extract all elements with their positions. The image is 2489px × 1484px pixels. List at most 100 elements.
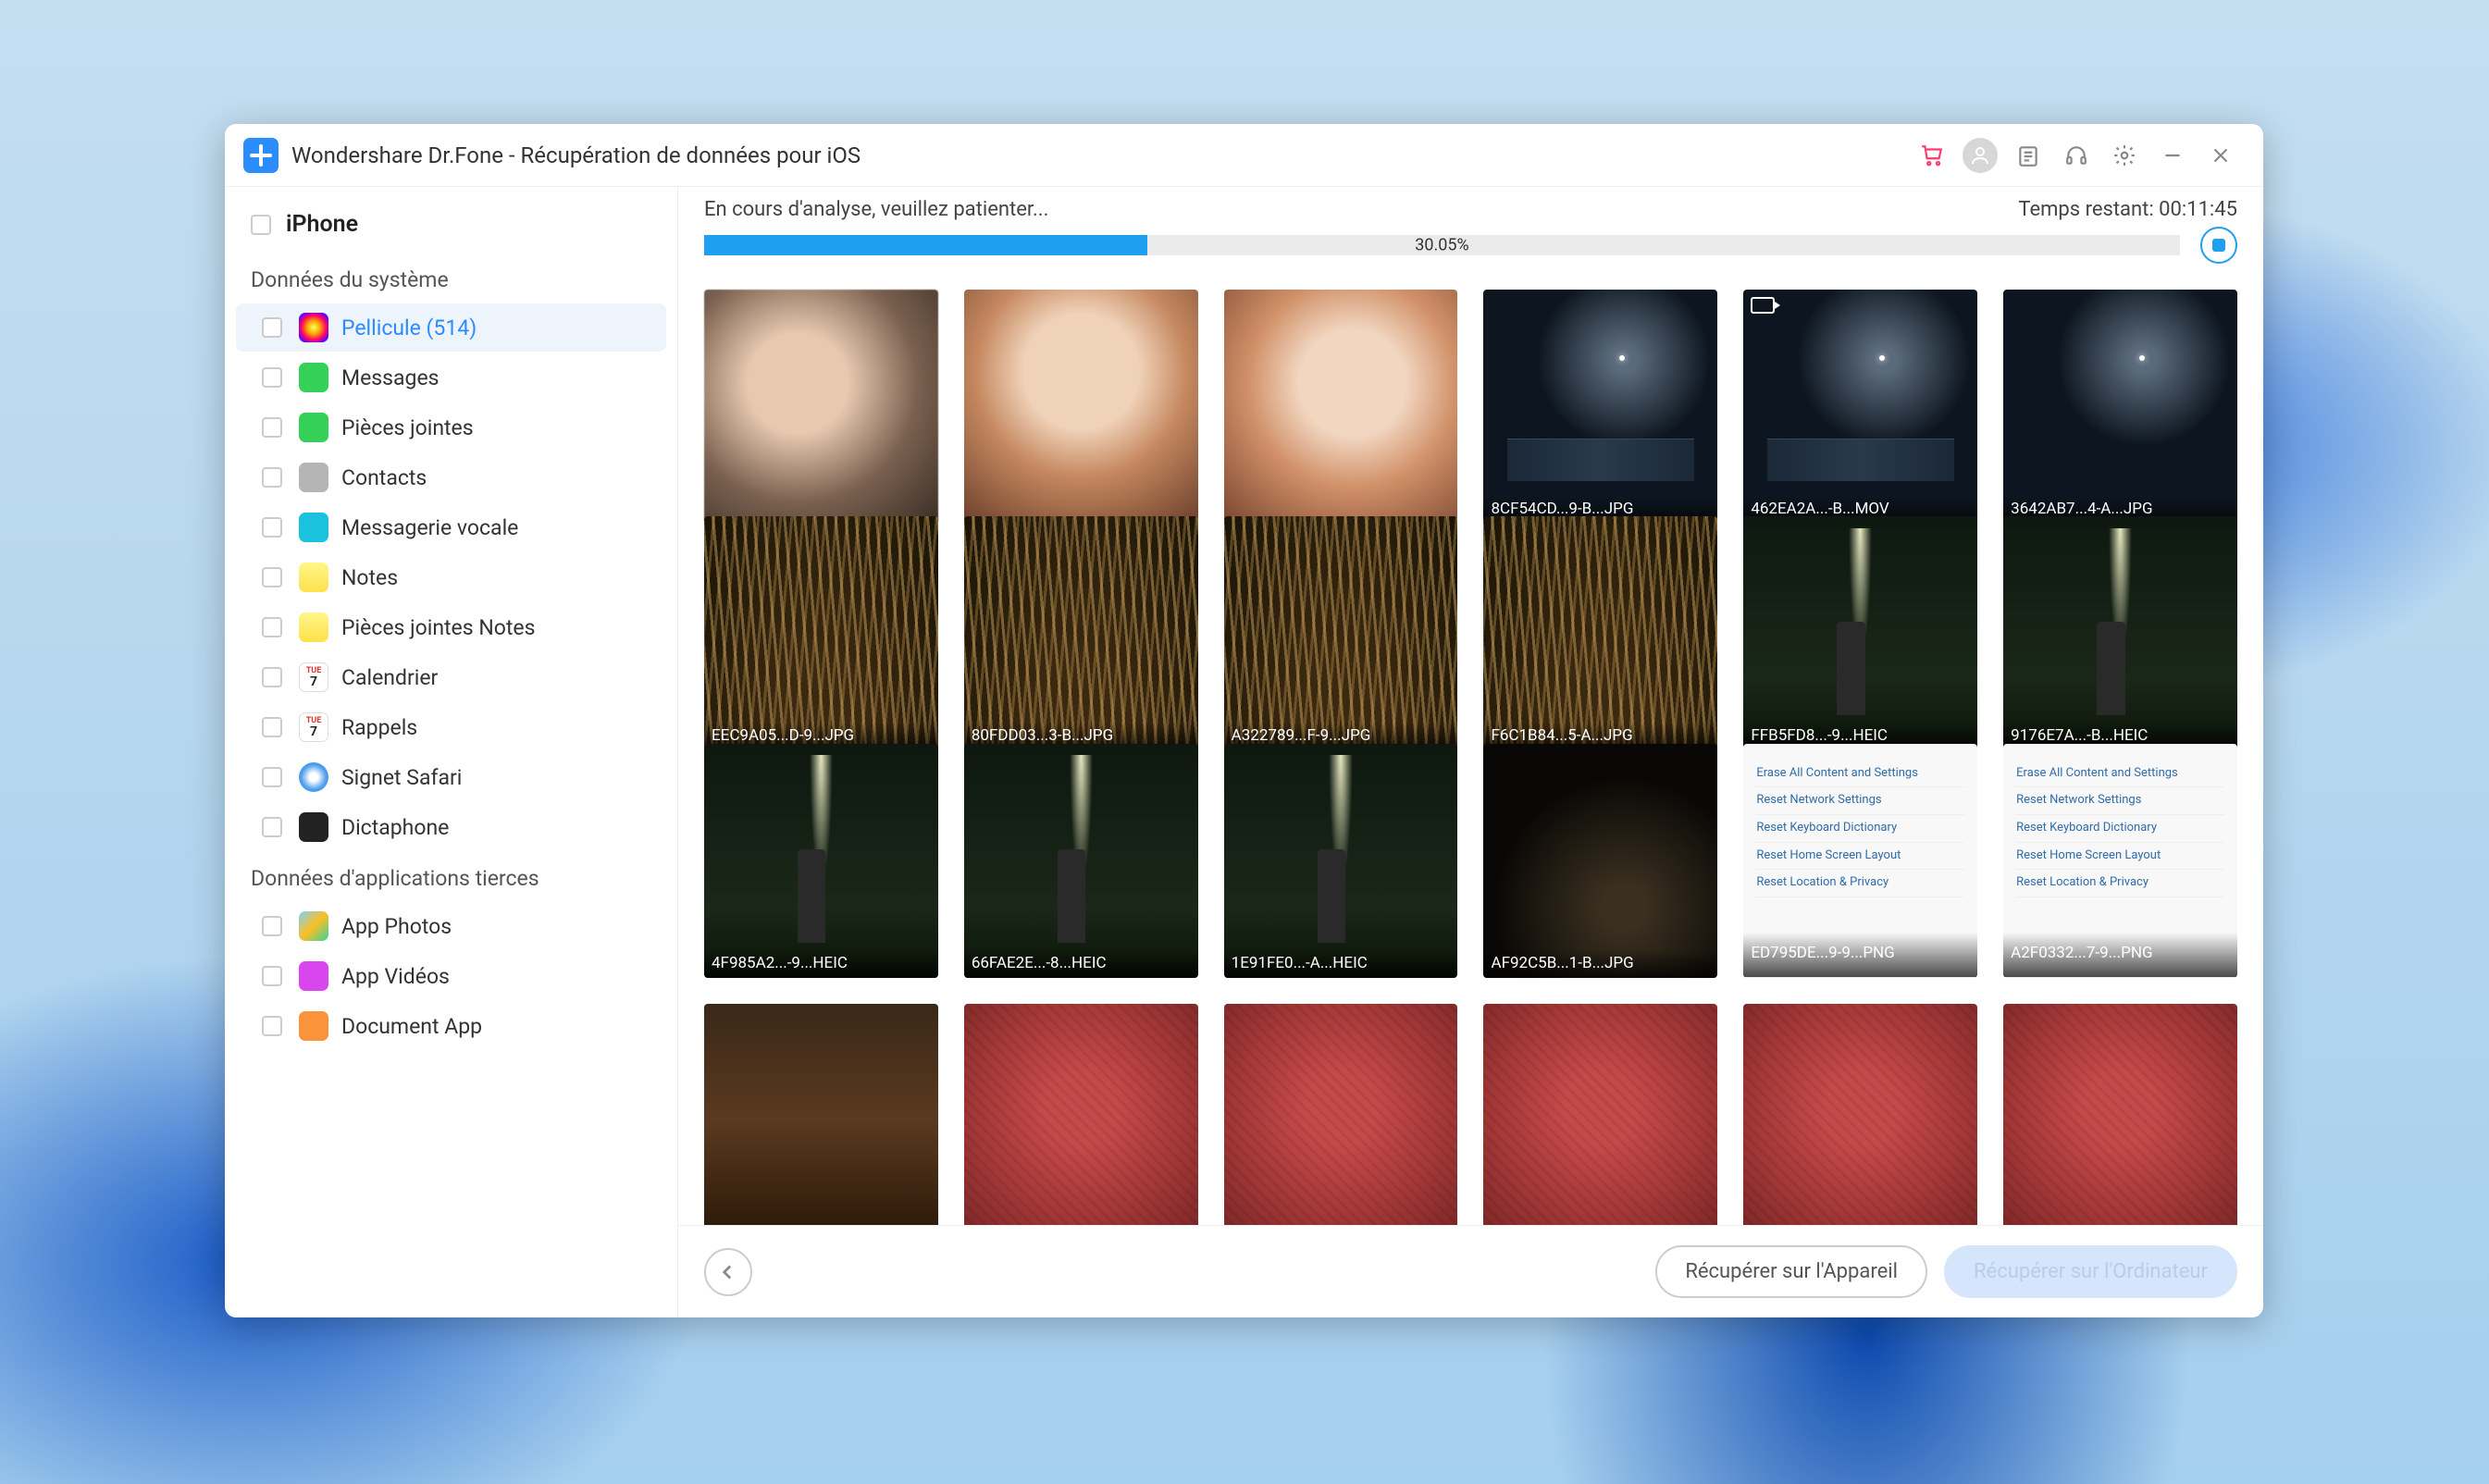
device-label: iPhone xyxy=(286,211,358,238)
notes-icon xyxy=(299,563,328,592)
sidebar-item-label: Calendrier xyxy=(341,665,438,690)
footer: Récupérer sur l'Appareil Récupérer sur l… xyxy=(678,1225,2263,1317)
app-window: Wondershare Dr.Fone - Récupération de do… xyxy=(225,124,2263,1317)
thumbnail-filename: ED795DE...9-9...PNG xyxy=(1743,933,1977,977)
thumbnail[interactable] xyxy=(1483,1004,1717,1225)
sidebar-item-attachments[interactable]: Pièces jointes xyxy=(236,403,666,451)
stop-button[interactable] xyxy=(2200,227,2237,264)
checkbox[interactable] xyxy=(262,767,282,787)
thumbnail[interactable]: A322789...F-9...JPG xyxy=(1224,516,1458,750)
thumbnail[interactable]: Erase All Content and SettingsReset Netw… xyxy=(2003,744,2237,978)
sidebar-item-voicemail[interactable]: Messagerie vocale xyxy=(236,503,666,551)
sidebar-item-messages[interactable]: Messages xyxy=(236,353,666,402)
thumbnail-grid: 8CF54CD...9-B...JPG462EA2A...-B...MOV364… xyxy=(678,269,2263,1225)
sidebar-item-label: Pellicule (514) xyxy=(341,315,477,340)
thumbnail[interactable]: AF92C5B...1-B...JPG xyxy=(1483,744,1717,978)
checkbox[interactable] xyxy=(262,916,282,936)
thumbnail[interactable]: 66FAE2E...-8...HEIC xyxy=(964,744,1198,978)
thumbnail[interactable]: 9176E7A...-B...HEIC xyxy=(2003,516,2237,750)
sidebar-item-label: Notes xyxy=(341,565,398,590)
thumbnail[interactable]: 462EA2A...-B...MOV xyxy=(1743,290,1977,524)
thumbnail[interactable]: 1E91FE0...-A...HEIC xyxy=(1224,744,1458,978)
device-row[interactable]: iPhone xyxy=(225,204,677,254)
thumbnail-filename: A2F0332...7-9...PNG xyxy=(2003,933,2237,977)
checkbox[interactable] xyxy=(262,567,282,587)
sidebar-item-notes-attach[interactable]: Pièces jointes Notes xyxy=(236,603,666,651)
progress-bar: 30.05% xyxy=(704,235,2180,255)
cart-icon[interactable] xyxy=(1908,131,1956,179)
thumbnail[interactable] xyxy=(2003,1004,2237,1225)
thumbnail[interactable] xyxy=(704,290,938,524)
progress-area: En cours d'analyse, veuillez patienter..… xyxy=(678,187,2263,269)
app-logo-icon xyxy=(243,138,279,173)
sidebar-item-label: Pièces jointes xyxy=(341,415,474,440)
thumbnail-filename: AF92C5B...1-B...JPG xyxy=(1483,950,1717,978)
video-icon xyxy=(1751,297,1775,314)
sidebar-item-label: Signet Safari xyxy=(341,765,462,790)
checkbox[interactable] xyxy=(262,717,282,737)
voicemail-icon xyxy=(299,513,328,542)
user-icon[interactable] xyxy=(1963,138,1998,173)
sidebar-item-contacts[interactable]: Contacts xyxy=(236,453,666,501)
thumbnail[interactable]: Erase All Content and SettingsReset Netw… xyxy=(1743,744,1977,978)
app-photos-icon xyxy=(299,911,328,941)
sidebar-item-app-doc[interactable]: Document App xyxy=(236,1002,666,1050)
sidebar-item-dictaphone[interactable]: Dictaphone xyxy=(236,803,666,851)
thumbnail[interactable]: 3642AB7...4-A...JPG xyxy=(2003,290,2237,524)
thumbnail[interactable]: 80FDD03...3-B...JPG xyxy=(964,516,1198,750)
section-thirdparty: Données d'applications tierces xyxy=(225,853,677,900)
gear-icon[interactable] xyxy=(2100,131,2148,179)
checkbox[interactable] xyxy=(262,367,282,388)
feedback-icon[interactable] xyxy=(2004,131,2052,179)
sidebar-item-label: Messages xyxy=(341,365,440,390)
thumbnail[interactable]: EEC9A05...D-9...JPG xyxy=(704,516,938,750)
checkbox[interactable] xyxy=(262,966,282,986)
progress-time: Temps restant: 00:11:45 xyxy=(2018,198,2237,221)
checkbox[interactable] xyxy=(262,467,282,488)
sidebar-item-pellicule[interactable]: Pellicule (514) xyxy=(236,303,666,352)
thumbnail[interactable] xyxy=(964,1004,1198,1225)
device-checkbox[interactable] xyxy=(251,215,271,235)
sidebar-item-label: Messagerie vocale xyxy=(341,515,518,540)
thumbnail[interactable] xyxy=(1224,290,1458,524)
checkbox[interactable] xyxy=(262,1016,282,1036)
checkbox[interactable] xyxy=(262,617,282,637)
sidebar-item-app-photos[interactable]: App Photos xyxy=(236,902,666,950)
checkbox[interactable] xyxy=(262,817,282,837)
app-videos-icon xyxy=(299,961,328,991)
contacts-icon xyxy=(299,463,328,492)
checkbox[interactable] xyxy=(262,667,282,687)
checkbox[interactable] xyxy=(262,517,282,538)
thumbnail[interactable]: F6C1B84...5-A...JPG xyxy=(1483,516,1717,750)
close-button[interactable] xyxy=(2197,131,2245,179)
sidebar-item-label: Contacts xyxy=(341,465,427,490)
thumbnail[interactable]: 8CF54CD...9-B...JPG xyxy=(1483,290,1717,524)
thumbnail[interactable] xyxy=(964,290,1198,524)
sidebar-item-label: Dictaphone xyxy=(341,815,449,840)
checkbox[interactable] xyxy=(262,317,282,338)
checkbox[interactable] xyxy=(262,417,282,438)
sidebar-item-notes[interactable]: Notes xyxy=(236,553,666,601)
minimize-button[interactable] xyxy=(2148,131,2197,179)
sidebar-item-safari[interactable]: Signet Safari xyxy=(236,753,666,801)
sidebar-item-label: Document App xyxy=(341,1014,482,1039)
sidebar: iPhone Données du système Pellicule (514… xyxy=(225,187,678,1317)
thumbnail[interactable] xyxy=(1743,1004,1977,1225)
thumbnail[interactable] xyxy=(1224,1004,1458,1225)
back-button[interactable] xyxy=(704,1248,752,1296)
thumbnail[interactable]: 4F985A2...-9...HEIC xyxy=(704,744,938,978)
dictaphone-icon xyxy=(299,812,328,842)
titlebar: Wondershare Dr.Fone - Récupération de do… xyxy=(225,124,2263,187)
main-panel: En cours d'analyse, veuillez patienter..… xyxy=(678,187,2263,1317)
thumbnail[interactable]: FFB5FD8...-9...HEIC xyxy=(1743,516,1977,750)
thumbnail[interactable] xyxy=(704,1004,938,1225)
sidebar-item-calendar[interactable]: TUE7Calendrier xyxy=(236,653,666,701)
thumbnail-filename: 66FAE2E...-8...HEIC xyxy=(964,950,1198,978)
headset-icon[interactable] xyxy=(2052,131,2100,179)
sidebar-item-app-videos[interactable]: App Vidéos xyxy=(236,952,666,1000)
app-doc-icon xyxy=(299,1011,328,1041)
recover-device-button[interactable]: Récupérer sur l'Appareil xyxy=(1655,1245,1927,1298)
thumbnail-filename: 4F985A2...-9...HEIC xyxy=(704,950,938,978)
recover-pc-button[interactable]: Récupérer sur l'Ordinateur xyxy=(1944,1245,2237,1298)
sidebar-item-reminders[interactable]: TUE7Rappels xyxy=(236,703,666,751)
